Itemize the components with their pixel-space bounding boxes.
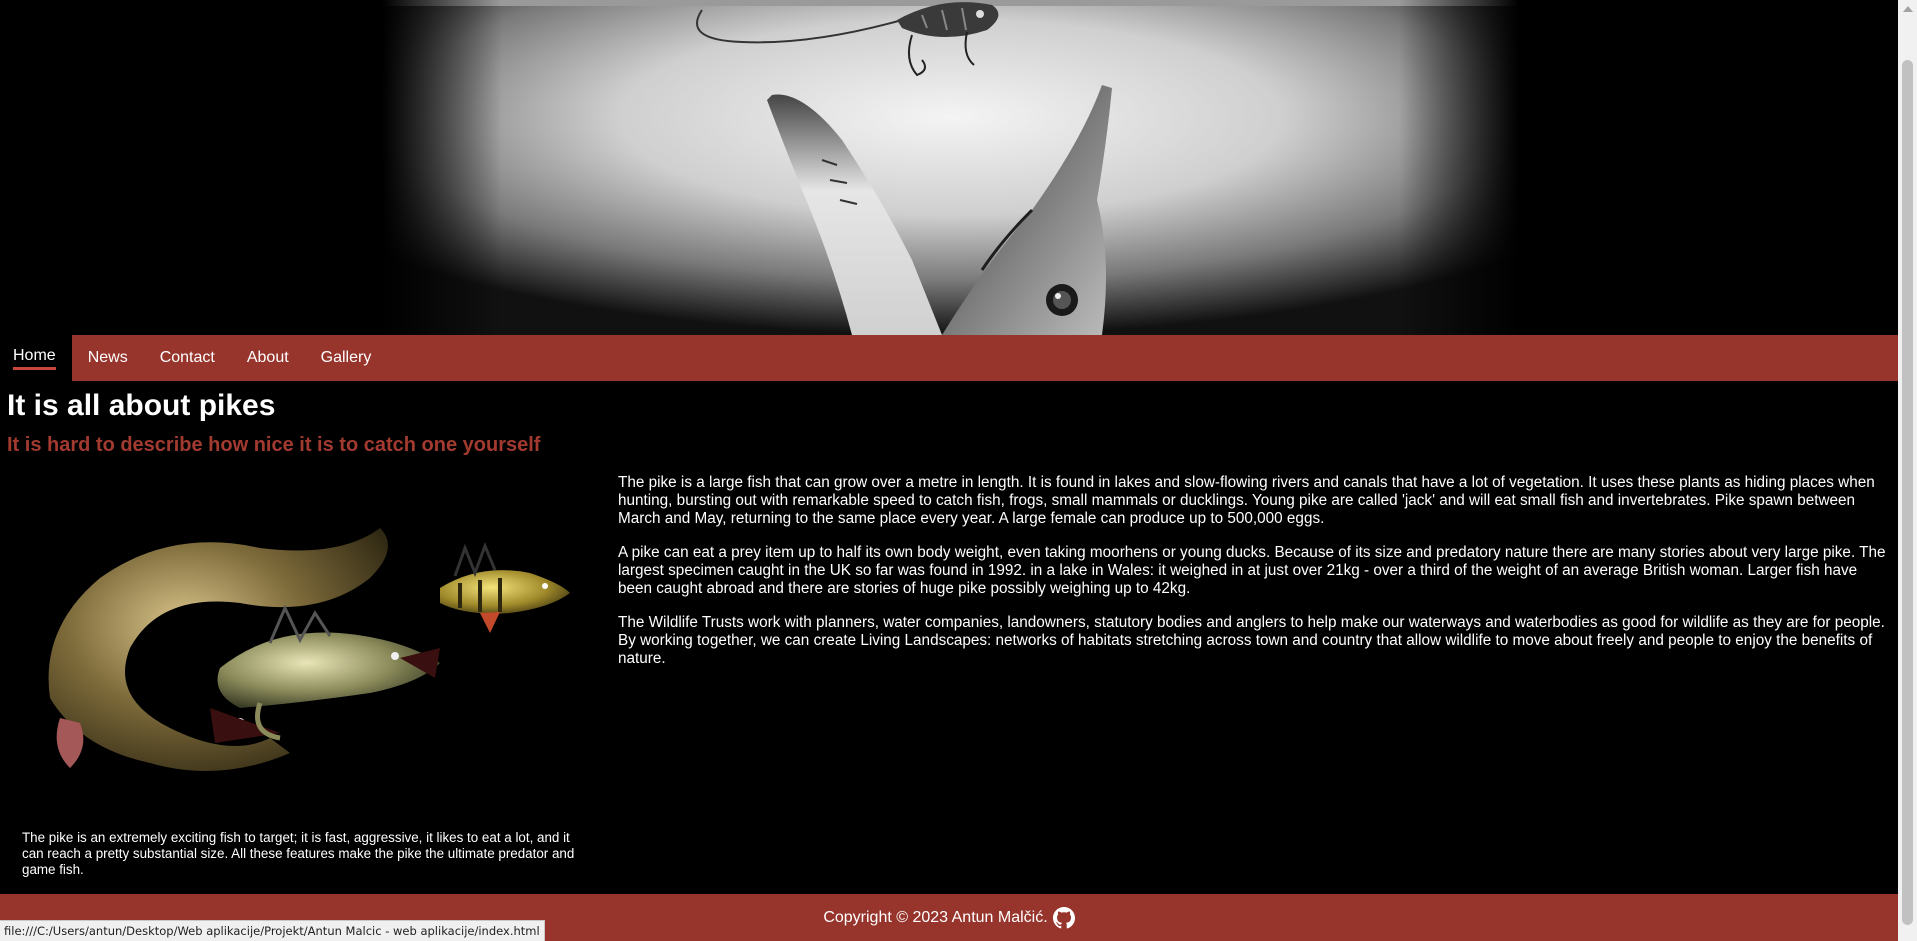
nav-item-about[interactable]: About	[231, 335, 305, 381]
nav-item-gallery[interactable]: Gallery	[305, 335, 388, 381]
nav-item-home[interactable]: Home	[0, 335, 72, 381]
scroll-thumb[interactable]	[1902, 60, 1913, 925]
page-title: It is all about pikes	[7, 389, 276, 422]
header-banner	[0, 0, 1898, 335]
article-body: The pike is a large fish that can grow o…	[618, 474, 1893, 684]
article-paragraph: A pike can eat a prey item up to half it…	[618, 544, 1886, 597]
nav-item-contact[interactable]: Contact	[144, 335, 231, 381]
article-paragraph: The Wildlife Trusts work with planners, …	[618, 614, 1885, 667]
nav-item-gallery-label: Gallery	[320, 349, 372, 366]
scroll-up-arrow-icon[interactable]	[1903, 6, 1913, 12]
nav-item-news[interactable]: News	[72, 335, 144, 381]
nav-item-contact-label: Contact	[159, 349, 215, 366]
main-nav: Home News Contact About Gallery	[0, 335, 1898, 381]
page: Home News Contact About Gallery It is al…	[0, 0, 1917, 941]
nav-item-about-label: About	[246, 349, 289, 366]
fish-illustration	[48, 528, 570, 771]
article-paragraph: The pike is a large fish that can grow o…	[618, 474, 1875, 527]
status-bar-url: file:///C:/Users/antun/Desktop/Web aplik…	[0, 920, 545, 941]
copyright-text: Copyright © 2023 Antun Malčić.	[823, 908, 1048, 926]
pike-banner-image	[382, 0, 1519, 335]
content-area: Home News Contact About Gallery It is al…	[0, 0, 1898, 941]
page-subtitle: It is hard to describe how nice it is to…	[7, 434, 541, 456]
left-caption: The pike is an extremely exciting fish t…	[22, 830, 575, 877]
vertical-scrollbar[interactable]	[1898, 0, 1917, 941]
nav-item-news-label: News	[87, 349, 128, 366]
nav-item-home-label: Home	[13, 347, 56, 370]
github-icon[interactable]	[1052, 906, 1075, 929]
